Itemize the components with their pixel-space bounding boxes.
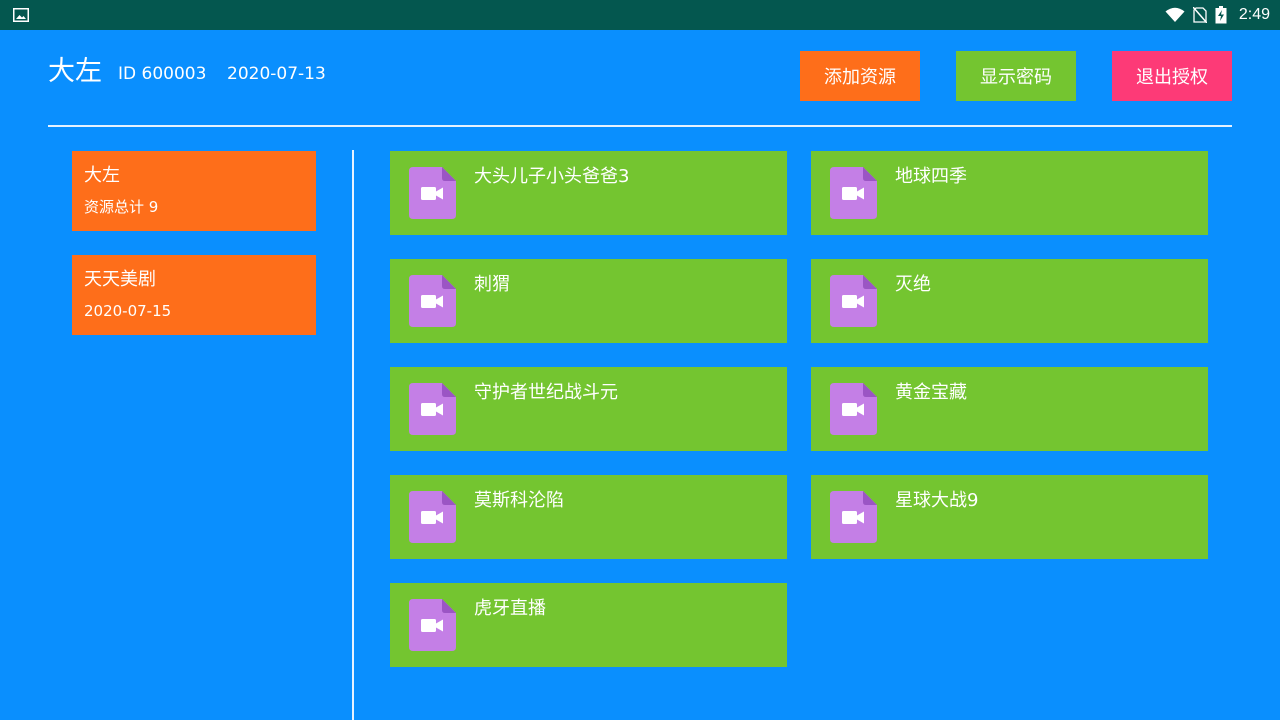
status-time: 2:49 [1238, 6, 1270, 23]
sidebar-item-subtitle: 资源总计 9 [84, 198, 159, 216]
sidebar-item-subtitle: 2020-07-15 [84, 302, 172, 320]
show-password-button[interactable]: 显示密码 [956, 51, 1076, 101]
sidebar-item-title: 天天美剧 [84, 269, 156, 290]
header-divider [48, 125, 1232, 127]
wifi-icon [1165, 7, 1185, 22]
sidebar-item-account[interactable]: 大左 资源总计 9 [72, 151, 316, 231]
video-file-icon [409, 275, 456, 327]
resource-item[interactable]: 刺猬 [390, 259, 787, 343]
user-name: 大左 [48, 56, 102, 87]
resource-title: 地球四季 [895, 166, 967, 187]
user-id: ID 600003 [118, 64, 207, 84]
image-icon [13, 8, 29, 22]
resource-title: 莫斯科沦陷 [474, 490, 564, 511]
video-file-icon [409, 383, 456, 435]
video-file-icon [830, 275, 877, 327]
sidebar-divider [352, 150, 354, 720]
resource-title: 虎牙直播 [474, 598, 546, 619]
resource-title: 黄金宝藏 [895, 382, 967, 403]
resource-title: 守护者世纪战斗元 [474, 382, 618, 403]
status-icons: 2:49 [1165, 0, 1270, 30]
add-resource-button[interactable]: 添加资源 [800, 51, 920, 101]
resource-item[interactable]: 地球四季 [811, 151, 1208, 235]
video-file-icon [830, 167, 877, 219]
sidebar-item-title: 大左 [84, 165, 120, 186]
resource-item[interactable]: 虎牙直播 [390, 583, 787, 667]
resource-title: 星球大战9 [895, 490, 979, 511]
logout-button[interactable]: 退出授权 [1112, 51, 1232, 101]
resource-item[interactable]: 星球大战9 [811, 475, 1208, 559]
resource-item[interactable]: 守护者世纪战斗元 [390, 367, 787, 451]
resource-item[interactable]: 黄金宝藏 [811, 367, 1208, 451]
sidebar-item-tiantian[interactable]: 天天美剧 2020-07-15 [72, 255, 316, 335]
resource-title: 灭绝 [895, 274, 931, 295]
app-screen: 2:49 大左 ID 600003 2020-07-13 添加资源 显示密码 退… [0, 0, 1280, 720]
no-sim-icon [1192, 7, 1207, 23]
video-file-icon [409, 599, 456, 651]
resource-item[interactable]: 灭绝 [811, 259, 1208, 343]
resource-title: 大头儿子小头爸爸3 [474, 166, 630, 187]
video-file-icon [830, 383, 877, 435]
resource-item[interactable]: 莫斯科沦陷 [390, 475, 787, 559]
video-file-icon [409, 167, 456, 219]
resource-item[interactable]: 大头儿子小头爸爸3 [390, 151, 787, 235]
video-file-icon [409, 491, 456, 543]
video-file-icon [830, 491, 877, 543]
user-date: 2020-07-13 [227, 64, 326, 84]
battery-charging-icon [1215, 6, 1227, 24]
status-bar: 2:49 [0, 0, 1280, 30]
resource-title: 刺猬 [474, 274, 510, 295]
